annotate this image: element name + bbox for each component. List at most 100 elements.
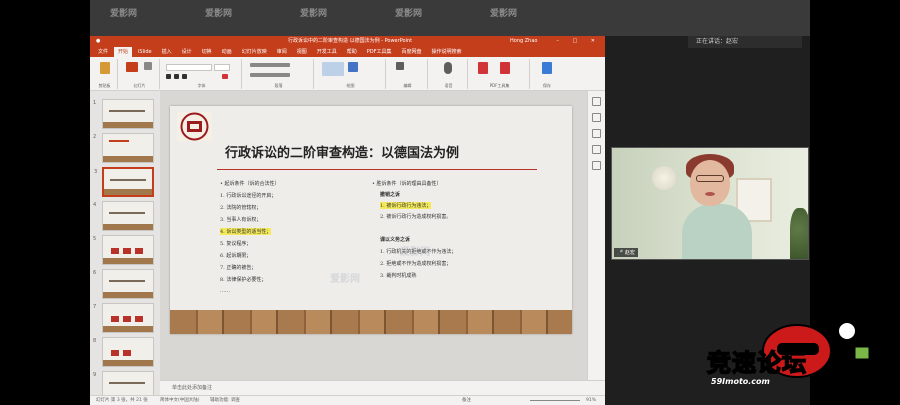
- current-slide[interactable]: 行政诉讼的二阶审查构造：以德国法为例 • 起诉条件（诉的合法性） 1. 行政诉讼…: [170, 106, 572, 334]
- font-color-icon[interactable]: [222, 74, 228, 79]
- ribbon-tab[interactable]: 切换: [198, 47, 216, 57]
- italic-icon[interactable]: [174, 74, 179, 79]
- ribbon-tab[interactable]: 审阅: [273, 47, 291, 57]
- ribbon-group-font: 字体: [162, 59, 242, 89]
- list-item: 3. 裁判时机成熟: [380, 273, 417, 279]
- slide-thumbnail[interactable]: 5: [93, 235, 154, 265]
- watermark-brand: 竞速论坛: [706, 348, 807, 378]
- ribbon-tab[interactable]: 帮助: [343, 47, 361, 57]
- university-logo: [177, 112, 212, 141]
- list-icon[interactable]: [250, 63, 290, 67]
- design-ideas-icon[interactable]: [592, 113, 601, 122]
- ribbon-tab[interactable]: 设计: [178, 47, 196, 57]
- ribbon-tab[interactable]: 插入: [158, 47, 176, 57]
- participant-name: 赵宏: [624, 250, 635, 256]
- ribbon-group-clipboard: 剪贴板: [92, 59, 118, 89]
- thumbnail-floor: [103, 360, 153, 366]
- ribbon-tab[interactable]: 视图: [293, 47, 311, 57]
- thumbnail-number: 5: [93, 236, 97, 242]
- list-subheading: 课以义务之诉: [380, 237, 411, 243]
- notes-toggle-button[interactable]: 备注: [462, 396, 471, 405]
- arrange-icon[interactable]: [348, 62, 358, 72]
- new-slide-icon[interactable]: [126, 62, 138, 72]
- thumbnail-number: 7: [93, 304, 97, 310]
- participant-name-badge: 🎤 赵宏: [614, 248, 638, 257]
- ribbon-tab[interactable]: 动画: [218, 47, 236, 57]
- ribbon-tab[interactable]: PDF工具集: [363, 47, 396, 57]
- cloud-save-icon[interactable]: [542, 62, 552, 74]
- ribbon-group-slides: 幻灯片: [120, 59, 160, 89]
- thumbnail-title-line: [109, 212, 145, 214]
- format-icon[interactable]: [592, 97, 601, 106]
- top-watermark: 爱影网: [300, 9, 328, 19]
- animation-icon[interactable]: [592, 129, 601, 138]
- list-item: 2. 拒绝或不作为造成权利损害；: [380, 261, 452, 267]
- screen-capture: 爱影网 爱影网 爱影网 爱影网 爱影网 正在讲话：赵宏 ● 行政诉讼中的二阶审查…: [0, 0, 900, 405]
- language-status[interactable]: 简体中文(中国大陆): [160, 396, 200, 405]
- ribbon-group-label: 保存: [543, 83, 551, 88]
- window-controls[interactable]: – □ ✕: [556, 36, 601, 47]
- top-watermark: 爱影网: [490, 9, 518, 19]
- notes-pane[interactable]: 单击此处添加备注: [160, 380, 605, 395]
- underline-icon[interactable]: [182, 74, 187, 79]
- video-person-face: [690, 160, 730, 206]
- ribbon-tab[interactable]: 开始: [114, 47, 133, 57]
- ribbon-tab[interactable]: 百度网盘: [398, 47, 426, 57]
- shapes-icon[interactable]: [322, 62, 344, 76]
- status-bar: 幻灯片 第 3 张，共 21 张 简体中文(中国大陆) 辅助功能: 调查 备注 …: [90, 395, 605, 405]
- image-icon[interactable]: [592, 145, 601, 154]
- speaking-indicator[interactable]: 正在讲话：赵宏: [688, 36, 802, 48]
- user-name[interactable]: Hong Zhao: [510, 36, 537, 47]
- ribbon-group-label: 字体: [197, 83, 206, 88]
- thumbnail-red-block: [135, 316, 143, 322]
- slide-thumbnail[interactable]: 4: [93, 201, 154, 231]
- bold-icon[interactable]: [166, 74, 171, 79]
- paste-icon[interactable]: [100, 62, 110, 74]
- slide-thumbnail[interactable]: 9: [93, 371, 154, 395]
- thumbnail-red-block: [123, 350, 131, 356]
- ribbon-tab[interactable]: 开发工具: [313, 47, 341, 57]
- slide-thumbnail[interactable]: 1: [93, 99, 154, 129]
- more-icon[interactable]: [592, 161, 601, 170]
- slide-edit-area: 行政诉讼的二阶审查构造：以德国法为例 • 起诉条件（诉的合法性） 1. 行政诉讼…: [160, 91, 605, 395]
- slide-thumbnail[interactable]: 2: [93, 133, 154, 163]
- layout-icon[interactable]: [144, 62, 152, 70]
- ribbon-tab[interactable]: 操作说明搜索: [428, 47, 466, 57]
- microphone-icon: 🎤: [617, 250, 624, 256]
- slide-thumbnail-selected[interactable]: 3: [94, 167, 154, 197]
- thumbnail-floor: [103, 326, 153, 332]
- ribbon-group-editing: 编辑: [388, 59, 428, 89]
- list-item: 6. 起诉期限；: [220, 253, 252, 259]
- find-icon[interactable]: [396, 62, 404, 70]
- align-icon[interactable]: [250, 73, 290, 77]
- top-watermark: 爱影网: [205, 9, 233, 19]
- ribbon-group-label: 语音: [444, 83, 453, 88]
- thumbnail-title-line: [109, 110, 145, 112]
- ribbon-tab[interactable]: 幻灯片放映: [238, 47, 271, 57]
- slide-thumbnail[interactable]: 7: [93, 303, 154, 333]
- pdf-icon[interactable]: [478, 62, 488, 74]
- participant-video[interactable]: 🎤 赵宏: [611, 147, 809, 260]
- slide-thumbnail[interactable]: 6: [93, 269, 154, 299]
- ribbon-group-label: 绘图: [346, 83, 355, 88]
- accessibility-status[interactable]: 辅助功能: 调查: [210, 396, 240, 405]
- font-size-input[interactable]: [214, 64, 230, 71]
- font-name-input[interactable]: [166, 64, 212, 71]
- microphone-icon[interactable]: [444, 62, 452, 74]
- zoom-level[interactable]: 91%: [586, 396, 596, 405]
- ribbon-tab[interactable]: 文件: [94, 47, 112, 57]
- list-item: 2. 法院的管辖权；: [220, 205, 262, 211]
- ribbon-group-save: 保存: [532, 59, 562, 89]
- list-item-highlighted: 4. 诉讼类型的适当性；: [220, 228, 272, 235]
- list-subheading: 撤销之诉: [380, 192, 401, 198]
- slide-thumbnail[interactable]: 8: [93, 337, 154, 367]
- autosave-icon[interactable]: ●: [96, 38, 100, 44]
- ribbon-tab[interactable]: iSlide: [134, 47, 156, 57]
- zoom-slider[interactable]: [530, 400, 580, 401]
- list-item: 1. 行政机关的拒绝或不作为违法；: [380, 249, 457, 255]
- pdf-export-icon[interactable]: [500, 62, 510, 74]
- title-bar: ● 行政诉讼中的二阶审查构造 以德国法为例 - PowerPoint Hong …: [90, 36, 605, 47]
- watermark-site: 59Imoto.com: [711, 377, 770, 386]
- powerpoint-window: ● 行政诉讼中的二阶审查构造 以德国法为例 - PowerPoint Hong …: [90, 36, 605, 405]
- thumbnail-red-block: [111, 248, 119, 254]
